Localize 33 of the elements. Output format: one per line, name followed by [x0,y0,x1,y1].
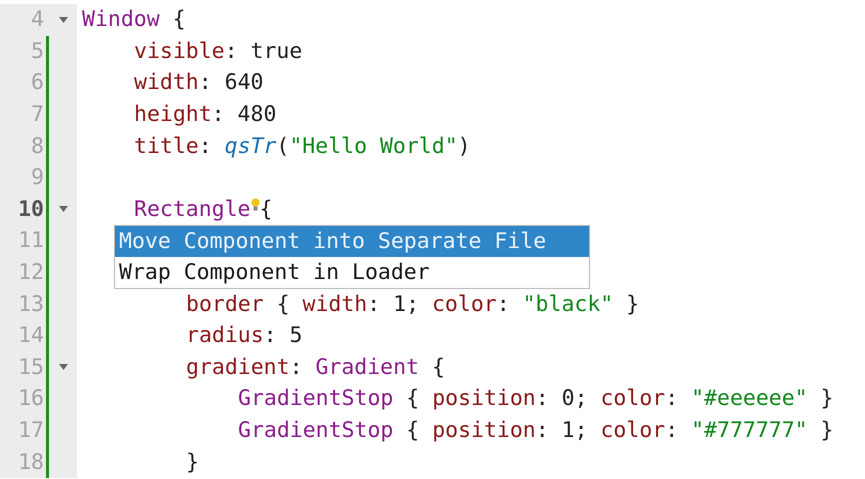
code-text: GradientStop { position: 0; color: "#eeeeee" } [238,386,834,412]
code-text: height: 480 [134,102,276,128]
code-text: width: 640 [134,70,264,96]
code-text: visible: true [134,38,302,64]
code-text: Window { [82,7,186,32]
code-text: title: qsTr("Hello World") [134,134,471,159]
line-number: 12 [17,260,44,286]
code-text: { [260,196,272,222]
line-number: 7 [30,102,44,128]
line-number: 11 [17,228,44,254]
line-number: 10 [17,196,44,222]
menu-item[interactable]: Wrap Component in Loader [115,257,589,288]
fold-arrow-icon[interactable] [59,364,68,370]
code-text: border { width: 1; color: "black" } [186,292,640,317]
line-number: 6 [30,70,44,96]
code-text: GradientStop { position: 1; color: "#777777" } [238,418,834,444]
fold-arrow-icon[interactable] [59,206,68,212]
code-text: radius: 5 [186,323,303,348]
code-text: } [186,450,199,475]
code-text: Rectangle [134,196,250,222]
fold-arrow-icon[interactable] [59,16,68,23]
line-number: 5 [30,38,44,64]
line-number: 16 [17,386,44,412]
line-number: 17 [17,418,44,444]
line-number: 9 [30,165,44,190]
line-number: 4 [30,7,44,32]
lightbulb-icon[interactable] [250,198,260,212]
code-text: gradient: Gradient { [186,354,445,380]
line-number: 8 [30,134,44,159]
line-number: 13 [17,292,44,317]
line-number: 15 [17,354,44,380]
line-number: 14 [17,323,44,348]
line-number: 18 [17,450,44,475]
